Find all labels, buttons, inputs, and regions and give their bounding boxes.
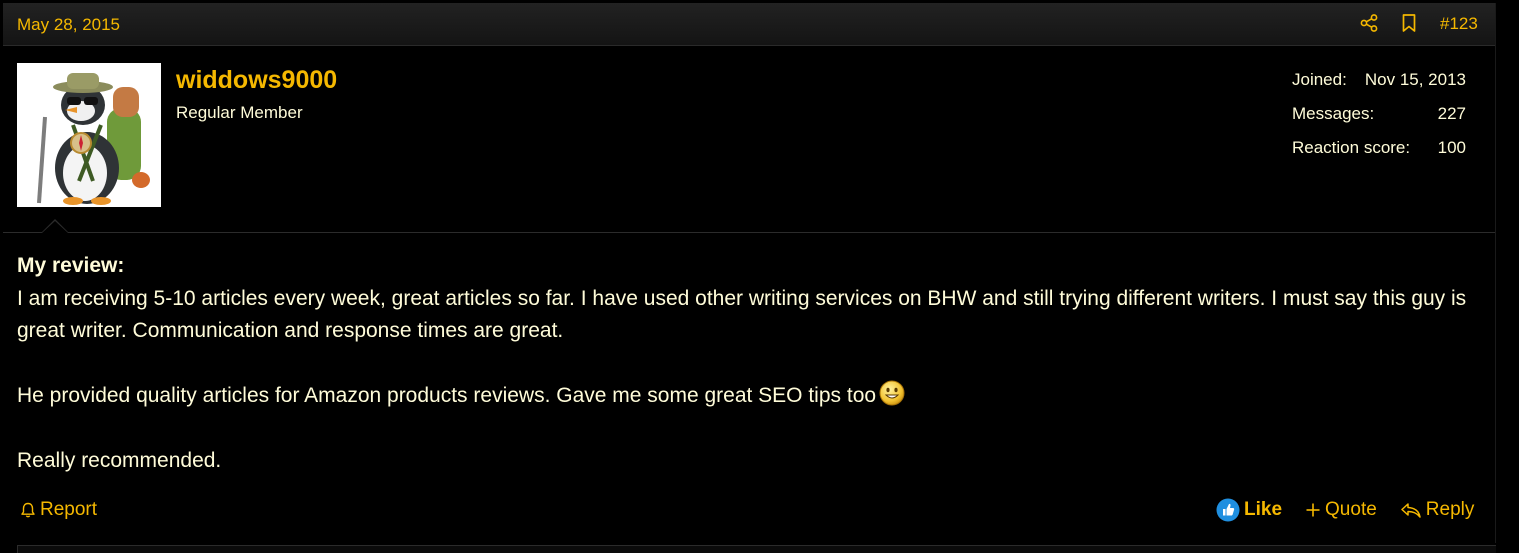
divider (3, 232, 1495, 233)
post-actions: Like Quote Reply (1216, 497, 1474, 523)
grin-smiley-icon (879, 380, 905, 406)
avatar[interactable] (17, 63, 161, 207)
quote-button[interactable]: Quote (1305, 499, 1377, 521)
stat-label: Joined: (1292, 70, 1347, 89)
stat-value[interactable]: 227 (1438, 104, 1466, 124)
message-paragraph: He provided quality articles for Amazon … (17, 384, 877, 407)
stat-label: Reaction score: (1292, 138, 1411, 157)
bell-icon (21, 502, 35, 518)
message-heading: My review: (17, 254, 125, 277)
message-paragraph: I am receiving 5-10 articles every week,… (17, 286, 1467, 343)
reply-arrow-icon (1401, 503, 1421, 518)
stat-reaction-score: Reaction score: 100 (1292, 138, 1466, 172)
like-label: Like (1244, 499, 1283, 520)
message-paragraph: Really recommended. (17, 449, 222, 472)
divider-arrow-inner (42, 221, 68, 233)
report-label: Report (40, 499, 98, 520)
post-date-link[interactable]: May 28, 2015 (17, 15, 120, 35)
message-body: My review: I am receiving 5-10 articles … (17, 250, 1487, 478)
post-number-link[interactable]: #123 (1440, 14, 1478, 34)
share-icon[interactable] (1359, 13, 1379, 33)
quote-label: Quote (1325, 499, 1377, 520)
plus-icon (1306, 503, 1320, 517)
thumbs-up-icon (1216, 498, 1240, 522)
post-header: May 28, 2015 #123 (3, 3, 1495, 46)
stat-value: Nov 15, 2013 (1364, 70, 1466, 89)
user-stats: Joined: Nov 15, 2013 Messages: 227 React… (1292, 70, 1466, 172)
report-button[interactable]: Report (19, 499, 97, 521)
stat-value: 100 (1437, 138, 1466, 157)
forum-post: May 28, 2015 #123 widdows9000 Regular Me… (0, 0, 1519, 553)
bookmark-icon[interactable] (1399, 13, 1419, 33)
next-post-edge (17, 545, 1496, 553)
reply-label: Reply (1425, 499, 1475, 520)
user-title: Regular Member (176, 103, 303, 122)
reply-button[interactable]: Reply (1400, 499, 1475, 521)
stat-label: Messages: (1292, 104, 1375, 123)
like-button[interactable]: Like (1216, 498, 1282, 522)
stat-messages: Messages: 227 (1292, 104, 1466, 138)
username-link[interactable]: widdows9000 (176, 66, 337, 95)
post-border (1495, 3, 1496, 543)
penguin-hiker-avatar-icon (37, 73, 150, 205)
stat-joined: Joined: Nov 15, 2013 (1292, 70, 1466, 104)
